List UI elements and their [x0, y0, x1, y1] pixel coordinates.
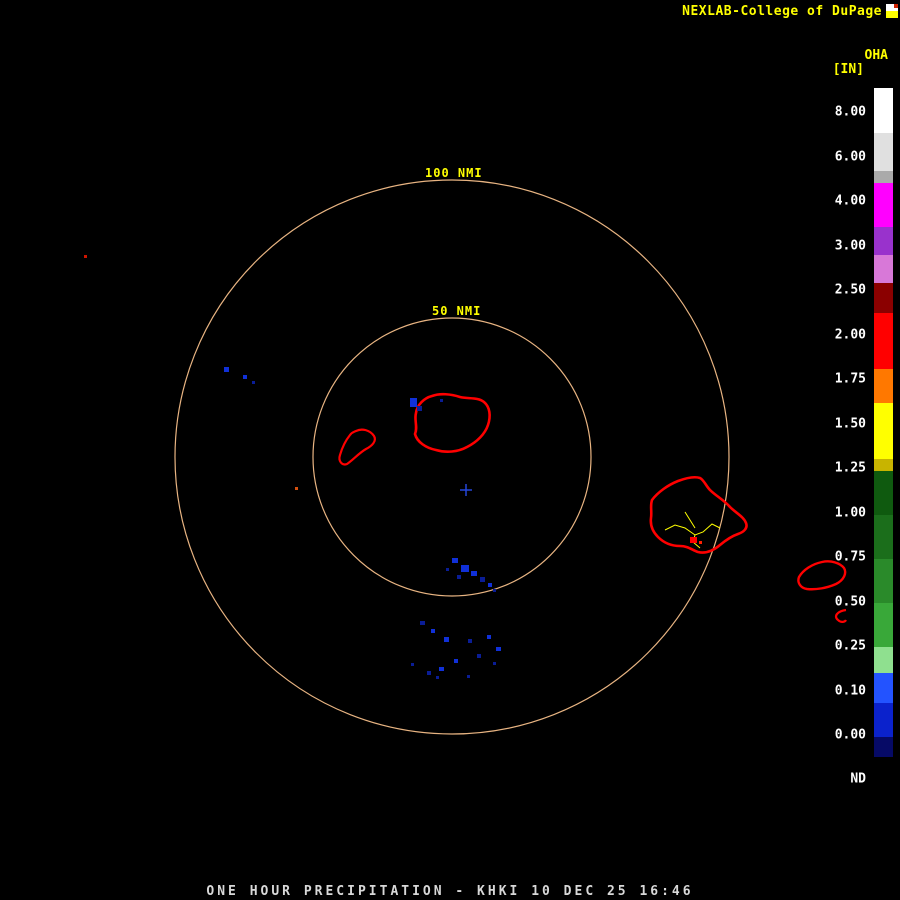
precip-pixel: [468, 639, 472, 643]
precip-pixel: [436, 676, 439, 679]
radar-screen: NEXLAB-College of DuPage 100 NMI 50 NMI …: [0, 0, 900, 900]
precip-pixel: [439, 667, 444, 671]
precip-pixel: [440, 399, 443, 402]
precip-layer: [84, 255, 702, 679]
precip-pixel: [493, 589, 496, 592]
coastline-fragment-right-edge: [834, 608, 847, 623]
precip-pixel: [452, 558, 458, 563]
precip-pixel: [444, 637, 449, 642]
brand-bar: NEXLAB-College of DuPage: [682, 4, 898, 19]
product-caption: ONE HOUR PRECIPITATION - KHKI 10 DEC 25 …: [206, 884, 694, 899]
precip-pixel: [84, 255, 87, 258]
precip-pixel: [252, 381, 255, 384]
precip-pixel: [446, 568, 449, 571]
precip-pixel: [243, 375, 247, 379]
precip-pixel: [417, 406, 422, 411]
ring-label-50nmi: 50 NMI: [432, 304, 481, 318]
precip-pixel: [420, 621, 425, 625]
brand-title: NEXLAB-College of DuPage: [682, 4, 882, 19]
precip-pixel: [431, 629, 435, 633]
precip-pixel: [224, 367, 229, 372]
range-ring-100nmi: [174, 179, 730, 735]
cod-logo-icon: [886, 4, 898, 18]
radar-map: 100 NMI 50 NMI: [84, 164, 847, 735]
precip-pixel: [477, 654, 481, 658]
precip-pixel: [295, 487, 298, 490]
precip-pixel: [690, 537, 697, 543]
island-outline-oahu: [649, 475, 748, 554]
island-outline-maui: [413, 392, 491, 453]
precip-pixel: [496, 647, 501, 651]
precip-pixel: [488, 583, 492, 587]
precip-pixel: [411, 663, 414, 666]
precip-pixel: [467, 675, 470, 678]
island-outline-east-partial: [797, 560, 847, 591]
precip-pixel: [699, 541, 702, 544]
island-outline-lanai: [338, 428, 376, 466]
precip-pixel: [457, 575, 461, 579]
precip-pixel: [454, 659, 458, 663]
precip-pixel: [410, 398, 417, 407]
precip-pixel: [427, 671, 431, 675]
precip-pixel: [487, 635, 491, 639]
ring-label-100nmi: 100 NMI: [425, 166, 483, 180]
precip-pixel: [493, 662, 496, 665]
precip-pixel: [461, 565, 469, 572]
precip-pixel: [471, 571, 477, 576]
radar-site-marker: [460, 484, 472, 496]
precip-pixel: [480, 577, 485, 582]
